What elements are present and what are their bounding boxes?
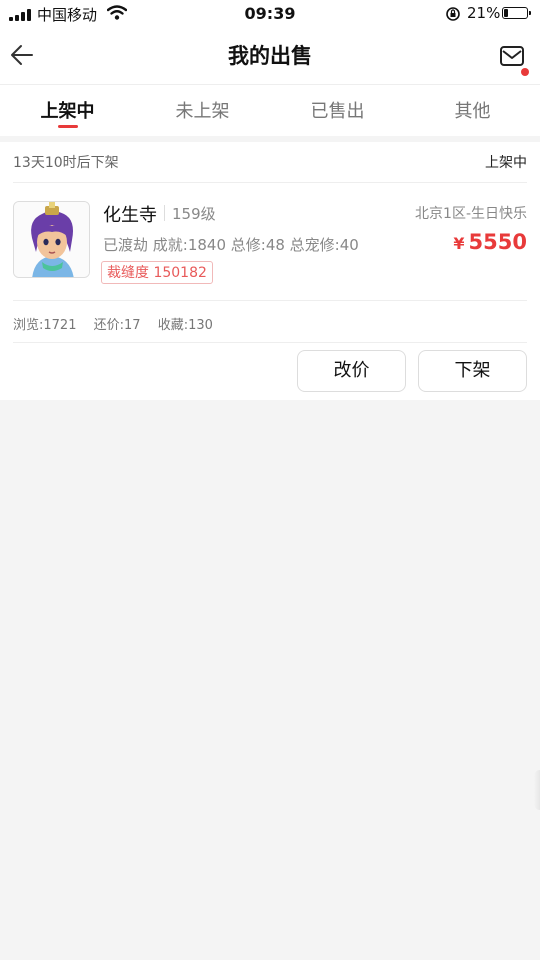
divider	[13, 342, 527, 343]
rotation-lock-icon	[446, 7, 460, 21]
listing-price: ¥5550	[453, 230, 527, 254]
character-level: 159级	[172, 205, 216, 223]
character-portrait-icon	[14, 202, 89, 277]
page-title: 我的出售	[228, 44, 312, 68]
tailor-score-badge: 裁缝度 150182	[101, 261, 213, 284]
listing-card-header: 13天10时后下架 上架中	[13, 142, 527, 183]
bargains-count: 还价:17	[93, 318, 141, 333]
tab-bar: 上架中 未上架 已售出 其他	[0, 84, 540, 136]
change-price-button[interactable]: 改价	[297, 350, 406, 392]
listing-metrics: 浏览:1721 还价:17 收藏:130	[13, 314, 226, 333]
mail-icon[interactable]	[497, 41, 529, 71]
views-count: 浏览:1721	[13, 318, 77, 333]
notification-dot	[521, 68, 529, 76]
delist-button[interactable]: 下架	[418, 350, 527, 392]
price-value: 5550	[468, 230, 527, 254]
divider	[13, 300, 527, 301]
favorites-count: 收藏:130	[157, 318, 213, 333]
listing-status: 上架中	[485, 155, 527, 171]
tab-not-listed[interactable]: 未上架	[135, 85, 270, 136]
divider	[164, 205, 165, 221]
server-name: 北京1区-生日快乐	[415, 206, 527, 222]
battery-percent: 21%	[467, 4, 501, 22]
character-avatar[interactable]	[13, 201, 90, 278]
floating-handle[interactable]	[534, 770, 540, 810]
delist-countdown: 13天10时后下架	[13, 155, 119, 171]
nav-header: 我的出售	[0, 28, 540, 84]
listing-card[interactable]: 13天10时后下架 上架中 化生寺 159级 北京1区-生日快乐 已渡劫 成就:…	[0, 142, 540, 400]
character-school: 化生寺	[103, 205, 157, 226]
status-bar: 中国移动 09:39 21%	[0, 0, 540, 28]
tab-on-sale[interactable]: 上架中	[0, 85, 135, 136]
tab-other[interactable]: 其他	[405, 85, 540, 136]
currency-symbol: ¥	[453, 234, 465, 253]
character-stats: 已渡劫 成就:1840 总修:48 总宠修:40	[103, 236, 359, 254]
battery-icon	[502, 7, 531, 19]
tab-sold[interactable]: 已售出	[270, 85, 405, 136]
